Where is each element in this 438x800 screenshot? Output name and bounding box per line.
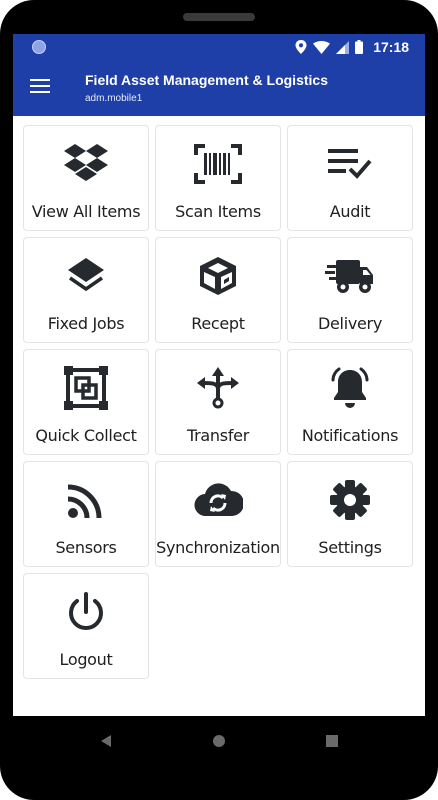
hamburger-menu-button[interactable] (29, 76, 53, 100)
notification-dot-icon (32, 40, 46, 54)
tile-label: Settings (318, 538, 382, 557)
rss-icon (24, 478, 148, 522)
tile-label: Transfer (187, 426, 249, 445)
cloud-sync-icon (156, 478, 280, 522)
object-group-icon (24, 366, 148, 410)
recept-tile[interactable]: Recept (155, 237, 281, 343)
speaker-grille (183, 13, 255, 21)
back-button[interactable] (99, 734, 113, 748)
recents-button[interactable] (326, 735, 338, 747)
audit-tile[interactable]: Audit (287, 125, 413, 231)
view-all-items-tile[interactable]: View All Items (23, 125, 149, 231)
scan-items-tile[interactable]: Scan Items (155, 125, 281, 231)
tile-label: Synchronization (156, 538, 280, 557)
gear-icon (288, 478, 412, 522)
phone-frame: 17:18 Field Asset Management & Logistics… (0, 0, 438, 800)
tile-label: Fixed Jobs (47, 314, 125, 333)
power-icon (24, 590, 148, 634)
logout-tile[interactable]: Logout (23, 573, 149, 679)
tile-label: Delivery (317, 314, 382, 333)
location-icon (295, 40, 307, 54)
app-bar: Field Asset Management & Logistics adm.m… (13, 60, 425, 116)
app-title: Field Asset Management & Logistics (85, 72, 328, 88)
synchronization-tile[interactable]: Synchronization (155, 461, 281, 567)
dropbox-icon (24, 142, 148, 186)
split-arrows-icon (156, 366, 280, 410)
tile-label: Logout (59, 650, 113, 669)
battery-icon (355, 40, 364, 54)
tile-label: Quick Collect (35, 426, 137, 445)
transfer-tile[interactable]: Transfer (155, 349, 281, 455)
username: adm.mobile1 (85, 93, 143, 104)
tile-label: Scan Items (175, 202, 261, 221)
barcode-icon (156, 142, 280, 186)
tile-label: Recept (191, 314, 245, 333)
bell-icon (288, 366, 412, 410)
tile-label: Notifications (301, 426, 399, 445)
notifications-tile[interactable]: Notifications (287, 349, 413, 455)
sensors-tile[interactable]: Sensors (23, 461, 149, 567)
box-open-icon (156, 254, 280, 298)
home-button[interactable] (212, 734, 226, 748)
fixed-jobs-tile[interactable]: Fixed Jobs (23, 237, 149, 343)
clock: 17:18 (373, 39, 409, 55)
settings-tile[interactable]: Settings (287, 461, 413, 567)
navigation-bar (0, 716, 438, 800)
truck-icon (288, 254, 412, 298)
checklist-icon (288, 142, 412, 186)
status-bar: 17:18 (13, 34, 425, 60)
tile-label: Audit (329, 202, 371, 221)
wifi-icon (313, 40, 331, 54)
layers-icon (24, 254, 148, 298)
tile-label: Sensors (55, 538, 117, 557)
menu-grid: View All Items Scan Items Audit Fixed Jo… (23, 125, 415, 679)
signal-icon (336, 40, 350, 54)
quick-collect-tile[interactable]: Quick Collect (23, 349, 149, 455)
tile-label: View All Items (31, 202, 141, 221)
status-icons: 17:18 (295, 34, 409, 60)
delivery-tile[interactable]: Delivery (287, 237, 413, 343)
screen: 17:18 Field Asset Management & Logistics… (13, 34, 425, 716)
